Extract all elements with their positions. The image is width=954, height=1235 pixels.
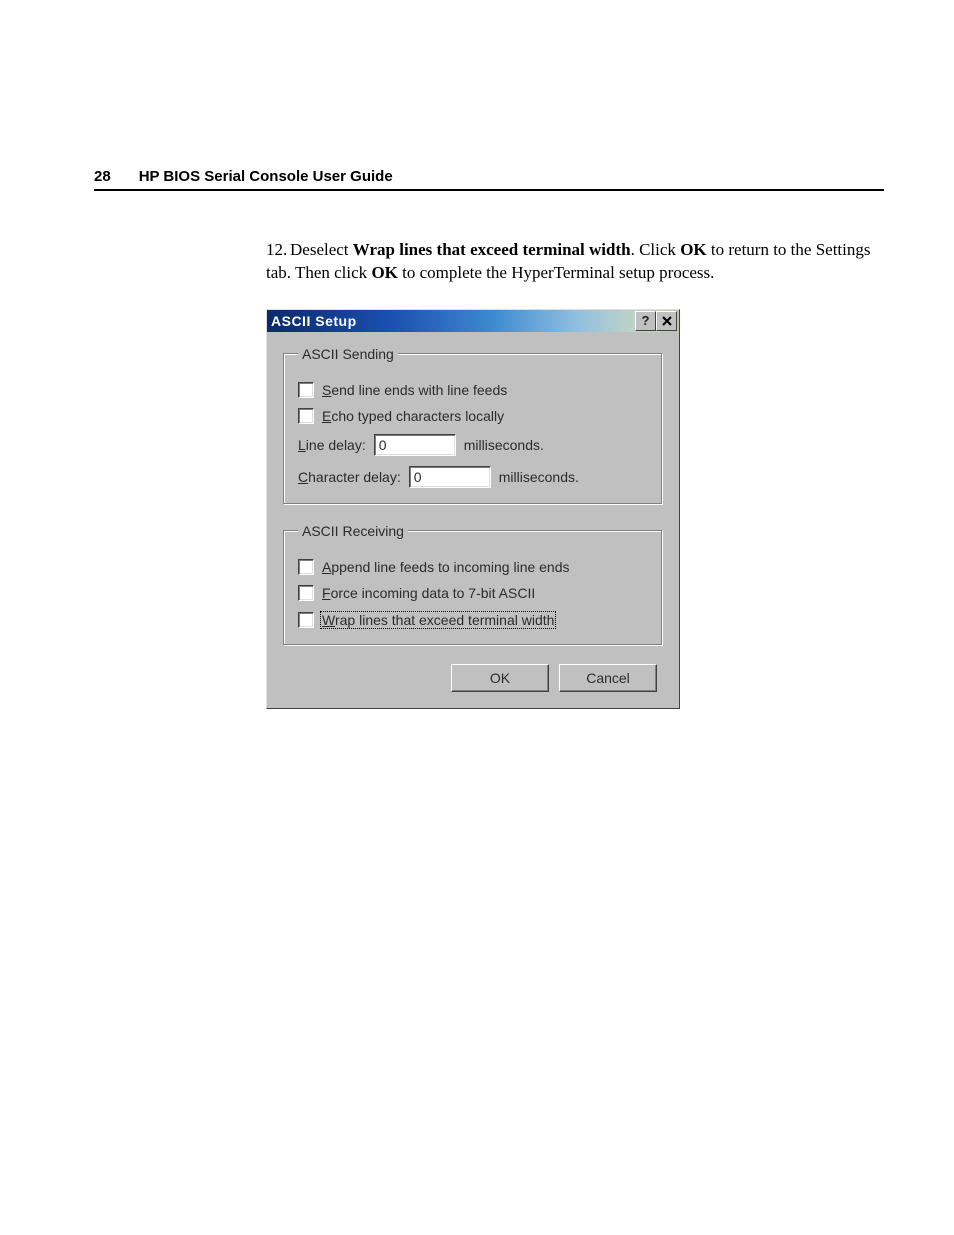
ascii-sending-group: ASCII Sending Send line ends with line f… bbox=[283, 346, 663, 505]
echo-typed-checkbox[interactable] bbox=[298, 408, 314, 424]
step-text: Deselect bbox=[290, 240, 353, 259]
close-icon bbox=[662, 316, 672, 326]
force-7bit-label: Force incoming data to 7-bit ASCII bbox=[322, 585, 535, 601]
page-header: 28 HP BIOS Serial Console User Guide bbox=[94, 168, 884, 191]
force-7bit-checkbox[interactable] bbox=[298, 585, 314, 601]
step-number: 12. bbox=[266, 239, 290, 262]
echo-typed-label: Echo typed characters locally bbox=[322, 408, 504, 424]
step-text-2: . Click bbox=[631, 240, 681, 259]
ascii-receiving-group: ASCII Receiving Append line feeds to inc… bbox=[283, 523, 663, 646]
char-delay-input[interactable]: 0 bbox=[409, 466, 491, 488]
line-delay-input[interactable]: 0 bbox=[374, 434, 456, 456]
append-line-feeds-label: Append line feeds to incoming line ends bbox=[322, 559, 570, 575]
ascii-sending-legend: ASCII Sending bbox=[298, 346, 398, 362]
char-delay-label: Character delay: bbox=[298, 469, 401, 485]
line-delay-unit: milliseconds. bbox=[464, 437, 544, 453]
append-line-feeds-checkbox[interactable] bbox=[298, 559, 314, 575]
help-button[interactable]: ? bbox=[635, 311, 656, 331]
step-bold-3: OK bbox=[371, 263, 397, 282]
step-text-4: to complete the HyperTerminal setup proc… bbox=[398, 263, 715, 282]
step-bold-2: OK bbox=[680, 240, 706, 259]
step-bold-1: Wrap lines that exceed terminal width bbox=[353, 240, 631, 259]
dialog-title: ASCII Setup bbox=[271, 313, 357, 329]
ok-button[interactable]: OK bbox=[451, 664, 549, 692]
send-line-ends-checkbox[interactable] bbox=[298, 382, 314, 398]
instruction-step-12: 12.Deselect Wrap lines that exceed termi… bbox=[266, 239, 884, 285]
ascii-receiving-legend: ASCII Receiving bbox=[298, 523, 408, 539]
help-icon: ? bbox=[642, 314, 650, 327]
wrap-lines-label: Wrap lines that exceed terminal width bbox=[320, 611, 556, 629]
cancel-button[interactable]: Cancel bbox=[559, 664, 657, 692]
send-line-ends-label: Send line ends with line feeds bbox=[322, 382, 507, 398]
char-delay-unit: milliseconds. bbox=[499, 469, 579, 485]
line-delay-label: Line delay: bbox=[298, 437, 366, 453]
dialog-titlebar[interactable]: ASCII Setup ? bbox=[267, 310, 679, 332]
header-title: HP BIOS Serial Console User Guide bbox=[139, 168, 393, 185]
wrap-lines-checkbox[interactable] bbox=[298, 612, 314, 628]
close-button[interactable] bbox=[656, 311, 677, 331]
ascii-setup-dialog: ASCII Setup ? ASCII Sending Send line en… bbox=[266, 309, 680, 709]
page-number: 28 bbox=[94, 168, 111, 185]
